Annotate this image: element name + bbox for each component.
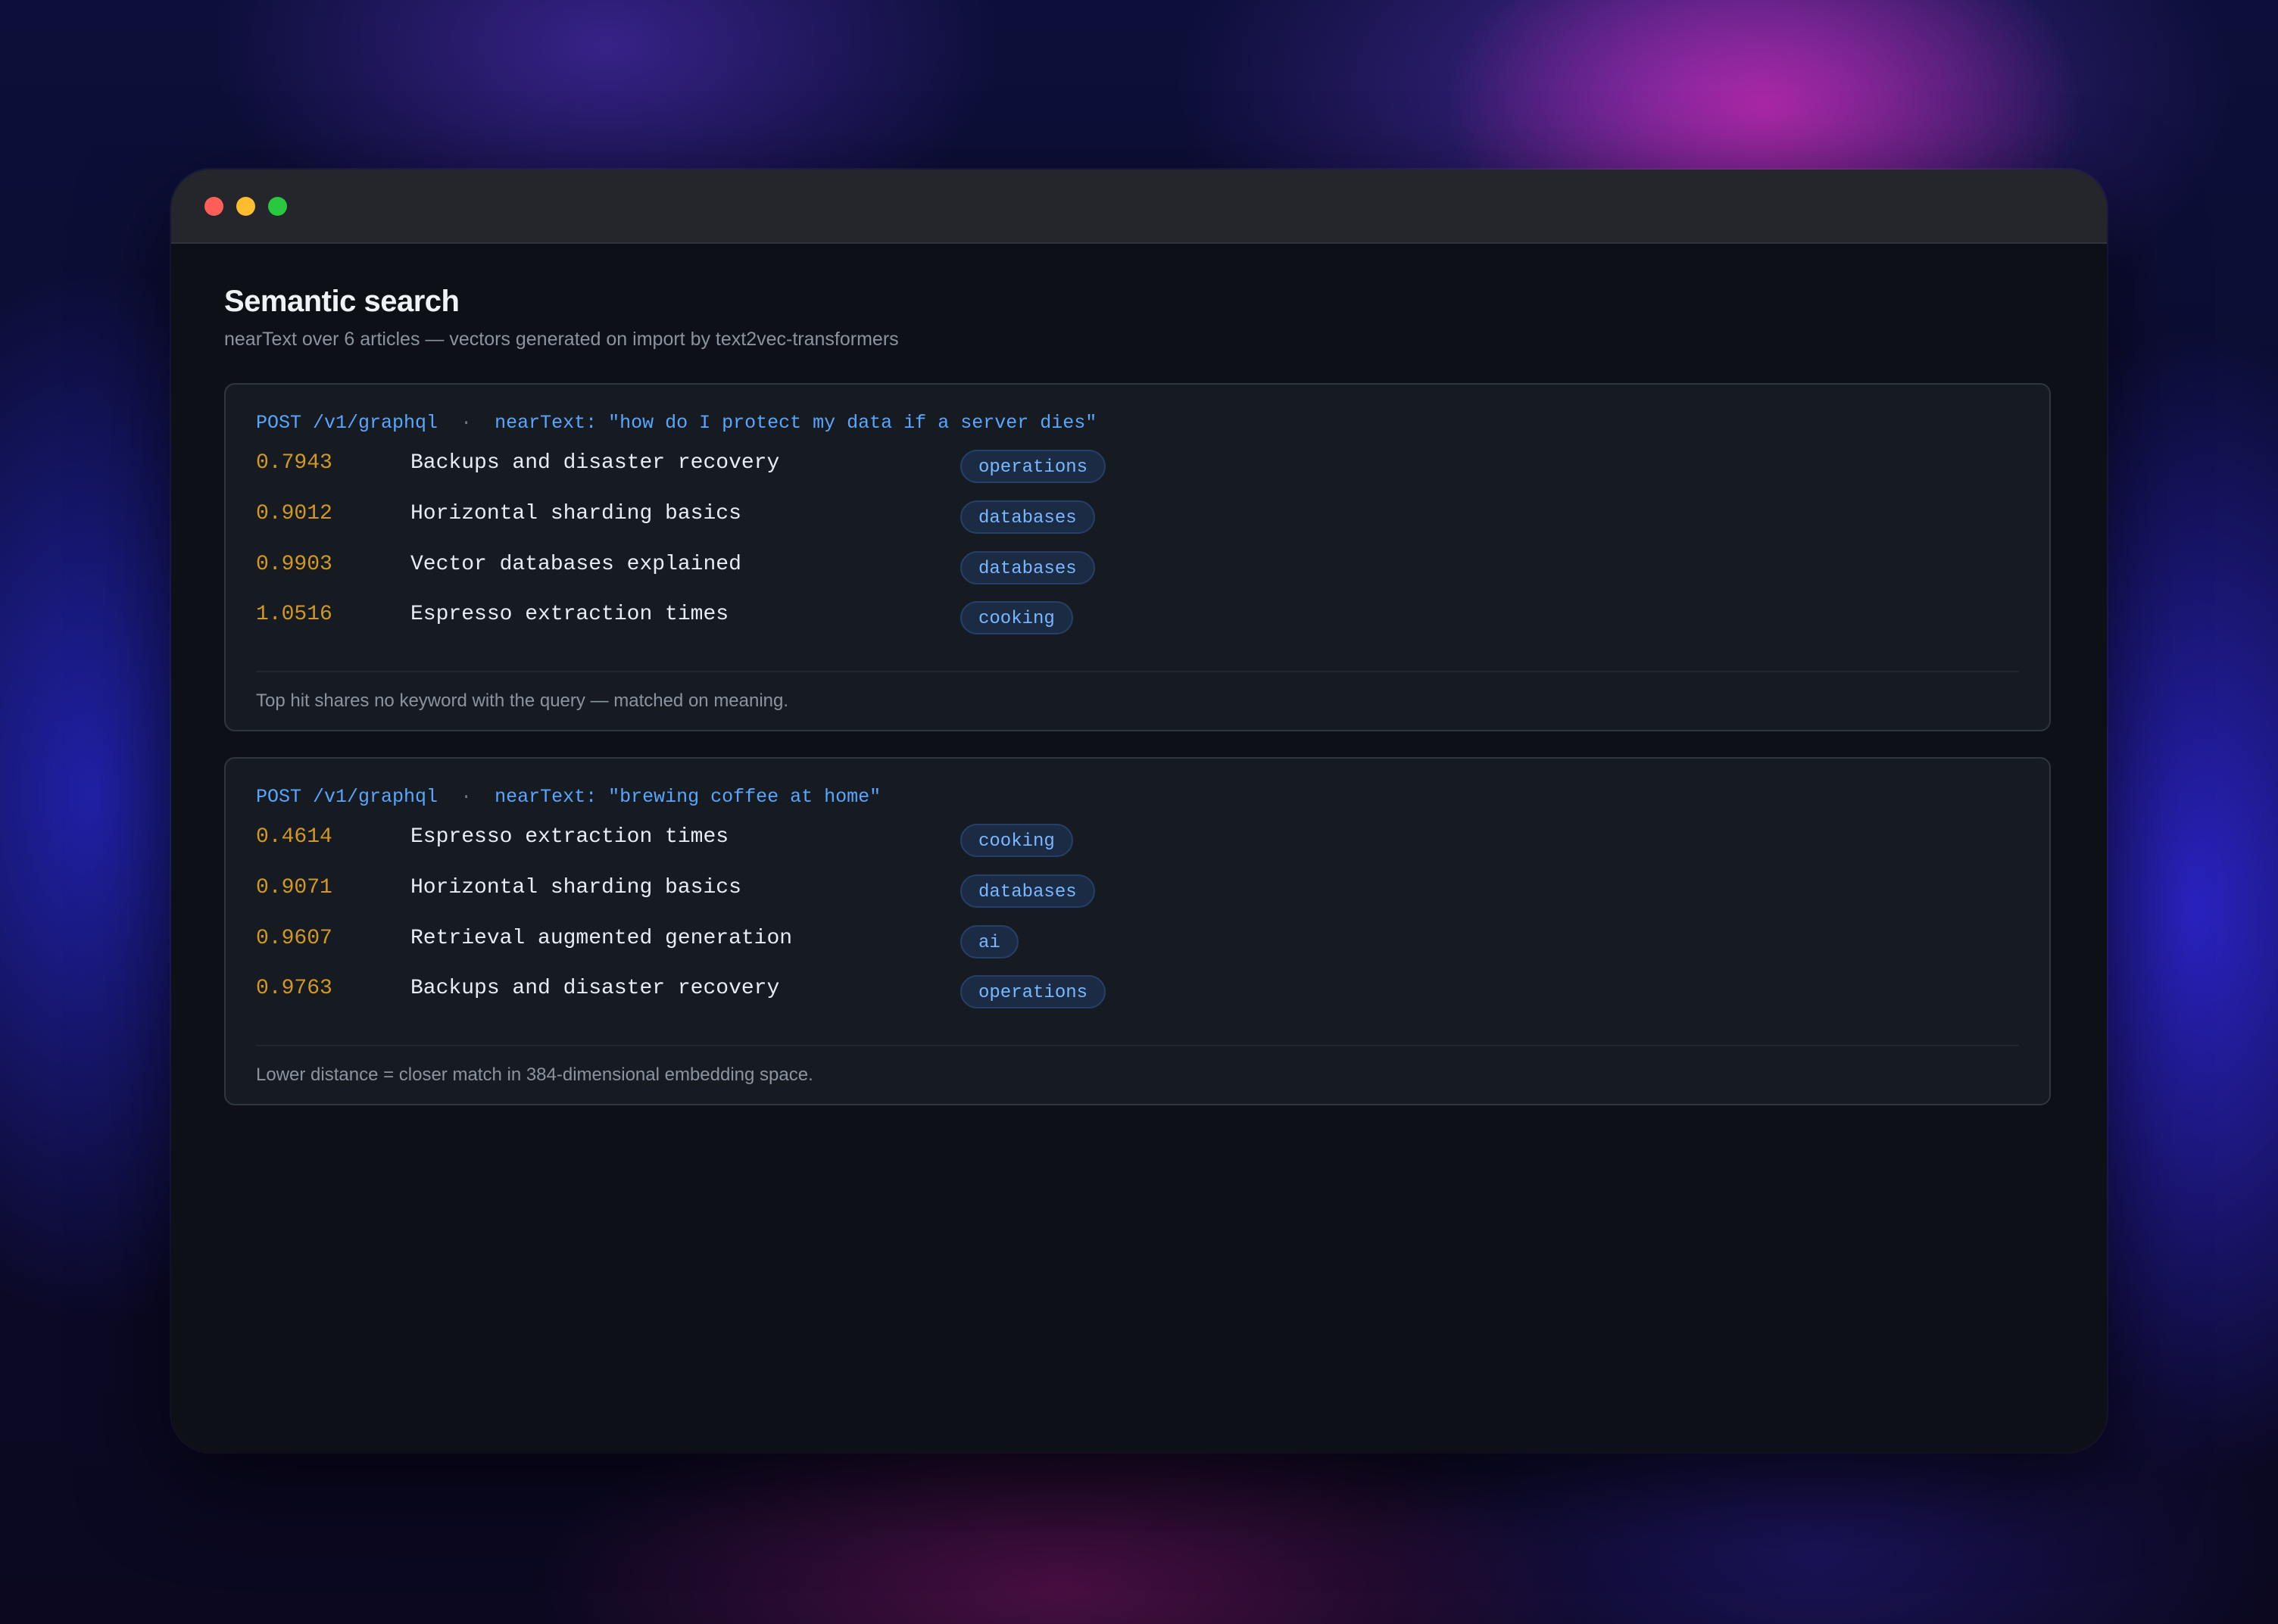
divider — [256, 671, 2019, 672]
request-query: nearText: "how do I protect my data if a… — [495, 412, 1097, 434]
footnote: Top hit shares no keyword with the query… — [256, 690, 789, 711]
category-tag[interactable]: databases — [960, 500, 1095, 534]
request-method: POST /v1/graphql — [256, 786, 438, 808]
category-tag[interactable]: cooking — [960, 601, 1073, 634]
result-row[interactable]: 0.7943 Backups and disaster recovery ope… — [256, 445, 1392, 488]
page-title: Semantic search — [224, 285, 460, 318]
title-bar — [171, 170, 2107, 244]
result-row[interactable]: 0.9071 Horizontal sharding basics databa… — [256, 870, 1392, 912]
request-line: POST /v1/graphql · nearText: "how do I p… — [256, 412, 1097, 434]
minimize-window-button[interactable] — [236, 197, 255, 216]
zoom-window-button[interactable] — [268, 197, 287, 216]
app-window: Semantic search nearText over 6 articles… — [171, 170, 2107, 1452]
category-tag[interactable]: operations — [960, 975, 1106, 1008]
request-query: nearText: "brewing coffee at home" — [495, 786, 882, 808]
result-row[interactable]: 0.4614 Espresso extraction times cooking — [256, 819, 1392, 862]
result-row[interactable]: 0.9607 Retrieval augmented generation ai — [256, 921, 1392, 963]
result-row[interactable]: 1.0516 Espresso extraction times cooking — [256, 597, 1392, 639]
distance-score: 0.9763 — [256, 977, 332, 1000]
result-title: Backups and disaster recovery — [410, 977, 780, 1000]
footnote: Lower distance = closer match in 384-dim… — [256, 1064, 813, 1085]
divider — [256, 1045, 2019, 1046]
query-card-2: POST /v1/graphql · nearText: "brewing co… — [224, 757, 2051, 1105]
result-title: Horizontal sharding basics — [410, 502, 741, 525]
query-card-1: POST /v1/graphql · nearText: "how do I p… — [224, 383, 2051, 731]
close-window-button[interactable] — [204, 197, 223, 216]
distance-score: 0.9071 — [256, 876, 332, 899]
result-row[interactable]: 0.9903 Vector databases explained databa… — [256, 547, 1392, 589]
result-row[interactable]: 0.9012 Horizontal sharding basics databa… — [256, 496, 1392, 538]
distance-score: 0.9012 — [256, 502, 332, 525]
result-title: Retrieval augmented generation — [410, 927, 793, 950]
result-title: Backups and disaster recovery — [410, 451, 780, 475]
distance-score: 0.9903 — [256, 553, 332, 576]
result-title: Vector databases explained — [410, 553, 741, 576]
distance-score: 0.4614 — [256, 825, 332, 849]
category-tag[interactable]: databases — [960, 874, 1095, 908]
distance-score: 0.9607 — [256, 927, 332, 950]
result-title: Espresso extraction times — [410, 825, 729, 849]
distance-score: 0.7943 — [256, 451, 332, 475]
category-tag[interactable]: ai — [960, 925, 1019, 959]
page-subtitle: nearText over 6 articles — vectors gener… — [224, 329, 899, 350]
distance-score: 1.0516 — [256, 603, 332, 626]
request-line: POST /v1/graphql · nearText: "brewing co… — [256, 786, 881, 808]
result-row[interactable]: 0.9763 Backups and disaster recovery ope… — [256, 971, 1392, 1013]
separator-dot: · — [460, 412, 473, 434]
category-tag[interactable]: databases — [960, 551, 1095, 584]
category-tag[interactable]: cooking — [960, 824, 1073, 857]
category-tag[interactable]: operations — [960, 450, 1106, 483]
separator-dot: · — [460, 786, 473, 808]
result-title: Horizontal sharding basics — [410, 876, 741, 899]
request-method: POST /v1/graphql — [256, 412, 438, 434]
result-title: Espresso extraction times — [410, 603, 729, 626]
